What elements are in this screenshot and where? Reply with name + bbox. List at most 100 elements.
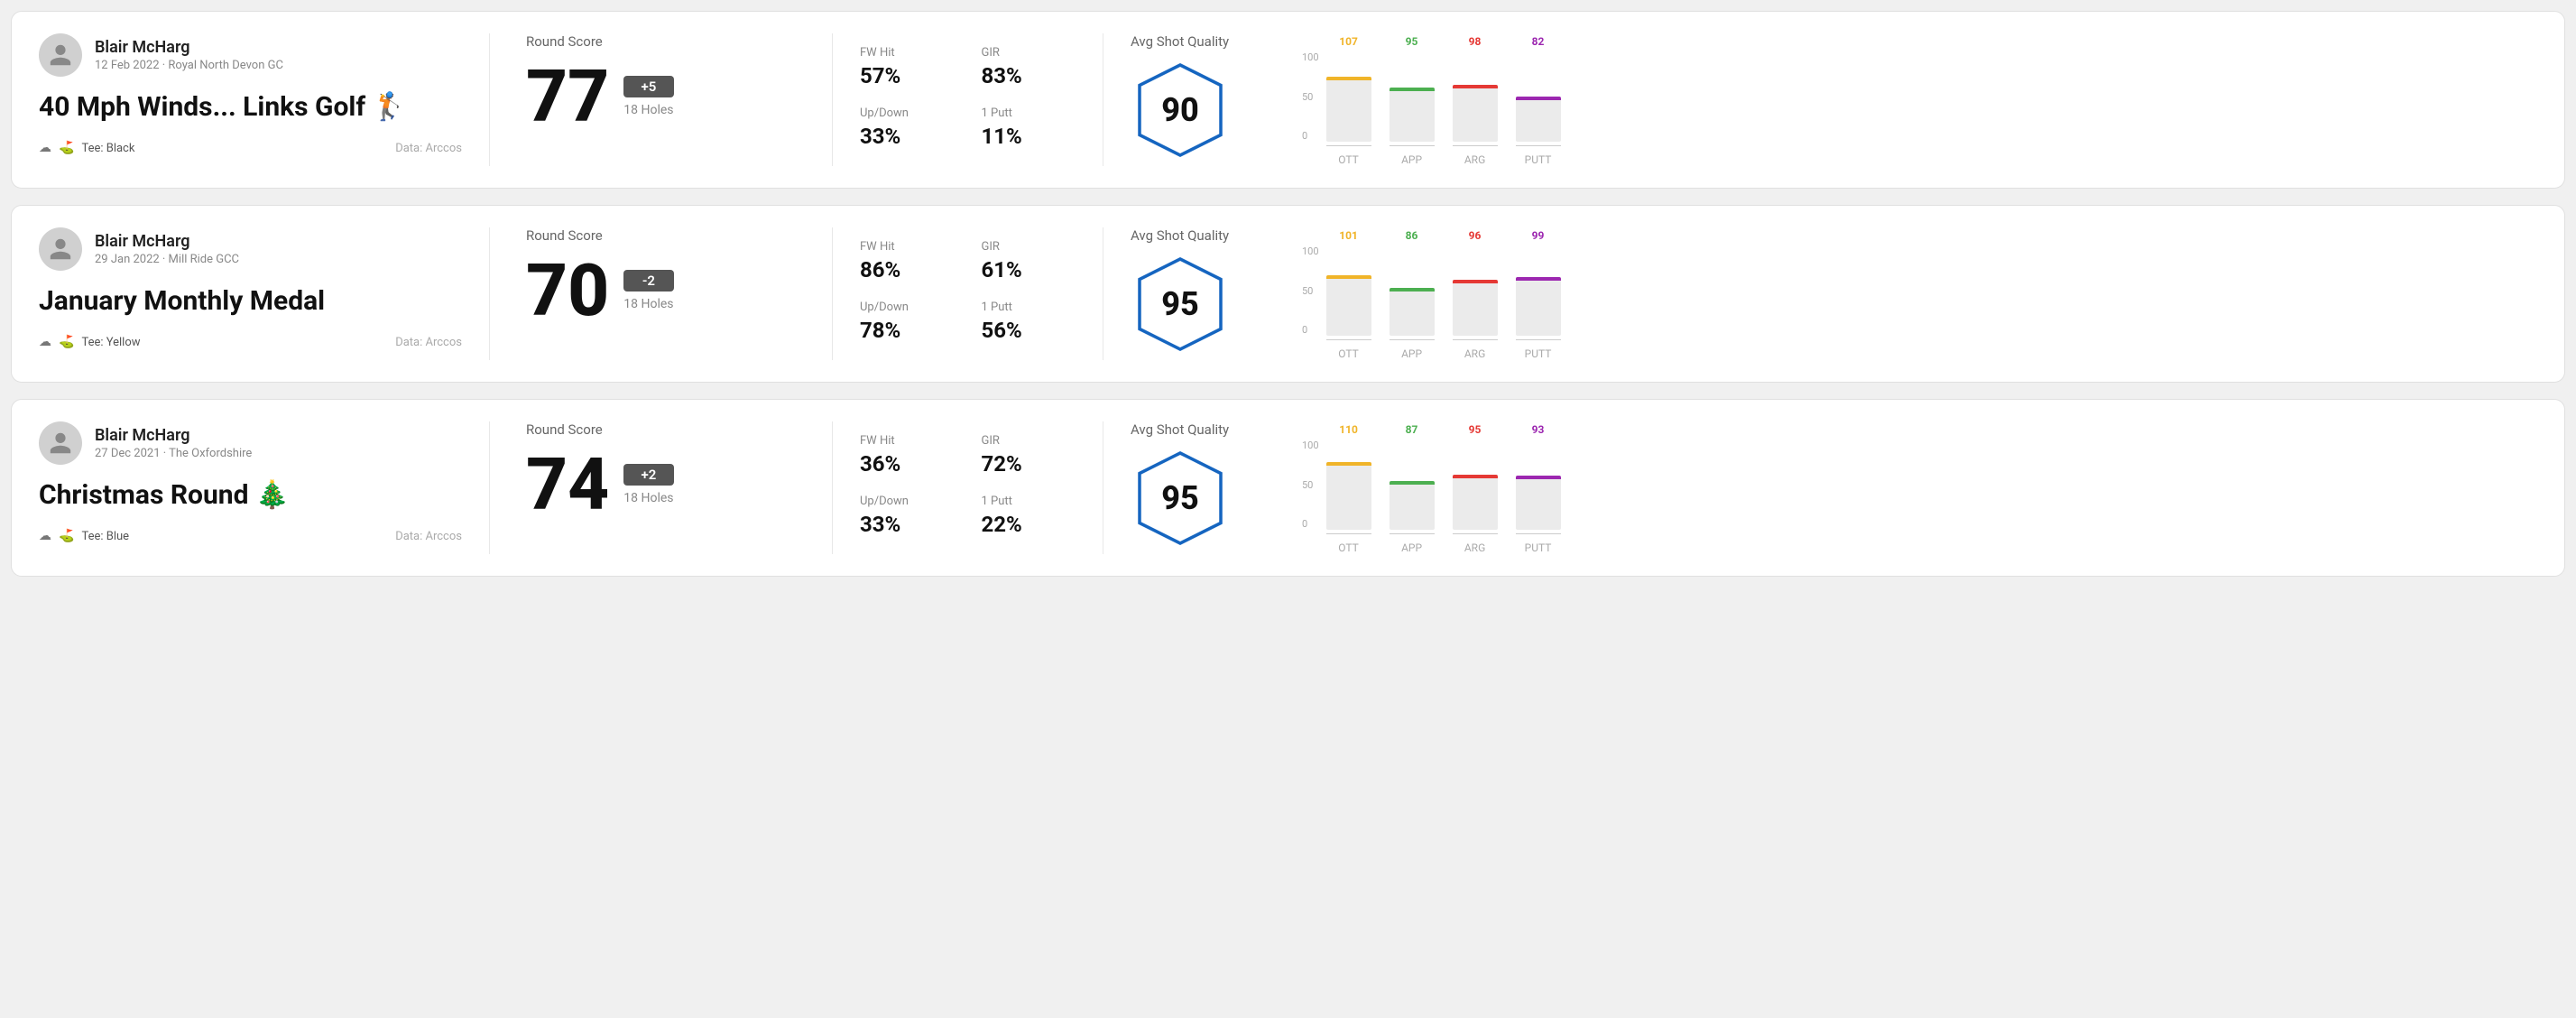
avatar xyxy=(39,33,82,77)
data-source: Data: Arccos xyxy=(395,142,462,155)
stat-one-putt-value: 56% xyxy=(982,318,1076,343)
tee-info: ☁ ⛳ Tee: Blue xyxy=(39,529,129,543)
bar-value: 98 xyxy=(1469,35,1482,48)
score-row: 77 +5 18 Holes xyxy=(526,60,796,133)
stat-updown-label: Up/Down xyxy=(860,106,955,120)
bar-x-label: APP xyxy=(1401,347,1422,360)
bottom-row: ☁ ⛳ Tee: Blue Data: Arccos xyxy=(39,529,462,543)
stat-fw-hit: FW Hit 57% xyxy=(860,46,955,88)
stat-updown-label: Up/Down xyxy=(860,495,955,508)
round-score-section: Round Score 77 +5 18 Holes xyxy=(490,33,833,166)
stats-grid: FW Hit 36% GIR 72% Up/Down 33% 1 Putt 22… xyxy=(860,434,1076,537)
stat-fw-hit-value: 57% xyxy=(860,63,955,88)
bar-x-label: PUTT xyxy=(1525,541,1552,554)
stat-one-putt: 1 Putt 56% xyxy=(982,301,1076,343)
score-value: 74 xyxy=(526,449,609,521)
tee-label: Tee: Black xyxy=(81,142,134,155)
quality-section: Avg Shot Quality 95 100 50 0 101 xyxy=(1103,227,2537,360)
person-icon xyxy=(48,42,73,68)
bar-column-putt: 99 PUTT xyxy=(1516,227,1561,360)
stat-fw-hit-value: 36% xyxy=(860,451,955,477)
stat-updown-label: Up/Down xyxy=(860,301,955,314)
bar-column-putt: 93 PUTT xyxy=(1516,421,1561,554)
bar-column-app: 95 APP xyxy=(1390,33,1435,166)
bar-column-ott: 110 OTT xyxy=(1326,421,1371,554)
y-label-50: 50 xyxy=(1302,91,1319,103)
score-value: 77 xyxy=(526,60,609,133)
avg-shot-quality-label: Avg Shot Quality xyxy=(1131,421,1275,438)
holes-label: 18 Holes xyxy=(623,491,673,505)
bar-column-ott: 101 OTT xyxy=(1326,227,1371,360)
bar-column-app: 87 APP xyxy=(1390,421,1435,554)
stat-one-putt-label: 1 Putt xyxy=(982,301,1076,314)
stat-updown-value: 33% xyxy=(860,512,955,537)
score-diff-badge: +5 xyxy=(623,76,673,97)
stat-gir-label: GIR xyxy=(982,434,1076,448)
stat-one-putt-value: 22% xyxy=(982,512,1076,537)
round-title: Christmas Round 🎄 xyxy=(39,479,462,511)
bar-value: 110 xyxy=(1339,423,1358,436)
bar-value: 95 xyxy=(1406,35,1418,48)
y-label-0: 0 xyxy=(1302,324,1319,336)
stat-fw-hit-label: FW Hit xyxy=(860,240,955,254)
round-left-section: Blair McHarg 27 Dec 2021 · The Oxfordshi… xyxy=(39,421,490,554)
user-info: Blair McHarg 12 Feb 2022 · Royal North D… xyxy=(95,38,283,73)
bar-column-app: 86 APP xyxy=(1390,227,1435,360)
stat-gir-label: GIR xyxy=(982,46,1076,60)
tee-icon: ⛳ xyxy=(59,529,74,543)
bar-value: 107 xyxy=(1339,35,1358,48)
stats-grid: FW Hit 57% GIR 83% Up/Down 33% 1 Putt 11… xyxy=(860,46,1076,149)
score-row: 74 +2 18 Holes xyxy=(526,449,796,521)
stats-section: FW Hit 86% GIR 61% Up/Down 78% 1 Putt 56… xyxy=(833,227,1103,360)
bar-x-label: APP xyxy=(1401,541,1422,554)
score-value: 70 xyxy=(526,255,609,327)
round-score-label: Round Score xyxy=(526,33,796,50)
round-title: 40 Mph Winds... Links Golf 🏌 xyxy=(39,91,462,123)
bar-column-putt: 82 PUTT xyxy=(1516,33,1561,166)
stat-one-putt-label: 1 Putt xyxy=(982,106,1076,120)
bar-x-label: ARG xyxy=(1464,541,1485,554)
stat-one-putt: 1 Putt 22% xyxy=(982,495,1076,537)
score-diff-badge: -2 xyxy=(623,270,673,292)
stats-grid: FW Hit 86% GIR 61% Up/Down 78% 1 Putt 56… xyxy=(860,240,1076,343)
user-date: 27 Dec 2021 · The Oxfordshire xyxy=(95,447,252,460)
bottom-row: ☁ ⛳ Tee: Yellow Data: Arccos xyxy=(39,335,462,349)
bar-value: 82 xyxy=(1532,35,1545,48)
stat-gir: GIR 72% xyxy=(982,434,1076,477)
bar-column-arg: 98 ARG xyxy=(1453,33,1498,166)
bar-x-label: APP xyxy=(1401,153,1422,166)
hexagon-score: 90 xyxy=(1161,91,1199,129)
bar-column-arg: 95 ARG xyxy=(1453,421,1498,554)
bar-value: 87 xyxy=(1406,423,1418,436)
stats-section: FW Hit 57% GIR 83% Up/Down 33% 1 Putt 11… xyxy=(833,33,1103,166)
stat-one-putt: 1 Putt 11% xyxy=(982,106,1076,149)
user-info: Blair McHarg 29 Jan 2022 · Mill Ride GCC xyxy=(95,232,239,267)
bar-x-label: OTT xyxy=(1338,153,1359,166)
bottom-row: ☁ ⛳ Tee: Black Data: Arccos xyxy=(39,141,462,155)
user-name: Blair McHarg xyxy=(95,426,252,446)
user-info: Blair McHarg 27 Dec 2021 · The Oxfordshi… xyxy=(95,426,252,461)
quality-section: Avg Shot Quality 90 100 50 0 107 xyxy=(1103,33,2537,166)
stats-section: FW Hit 36% GIR 72% Up/Down 33% 1 Putt 22… xyxy=(833,421,1103,554)
hexagon: 95 xyxy=(1131,255,1230,354)
user-row: Blair McHarg 12 Feb 2022 · Royal North D… xyxy=(39,33,462,77)
round-card: Blair McHarg 12 Feb 2022 · Royal North D… xyxy=(11,11,2565,189)
user-row: Blair McHarg 27 Dec 2021 · The Oxfordshi… xyxy=(39,421,462,465)
round-score-label: Round Score xyxy=(526,227,796,244)
avatar xyxy=(39,227,82,271)
tee-icon: ⛳ xyxy=(59,335,74,349)
stat-updown: Up/Down 33% xyxy=(860,106,955,149)
bar-chart-area: 100 50 0 107 OTT 95 xyxy=(1302,33,2510,166)
stat-updown: Up/Down 78% xyxy=(860,301,955,343)
bar-x-label: OTT xyxy=(1338,347,1359,360)
bar-value: 86 xyxy=(1406,229,1418,242)
weather-icon: ☁ xyxy=(39,529,51,543)
bar-value: 99 xyxy=(1532,229,1545,242)
stat-updown: Up/Down 33% xyxy=(860,495,955,537)
stat-gir: GIR 83% xyxy=(982,46,1076,88)
y-label-0: 0 xyxy=(1302,518,1319,530)
round-score-label: Round Score xyxy=(526,421,796,438)
user-name: Blair McHarg xyxy=(95,38,283,58)
quality-section: Avg Shot Quality 95 100 50 0 110 xyxy=(1103,421,2537,554)
tee-icon: ⛳ xyxy=(59,141,74,155)
